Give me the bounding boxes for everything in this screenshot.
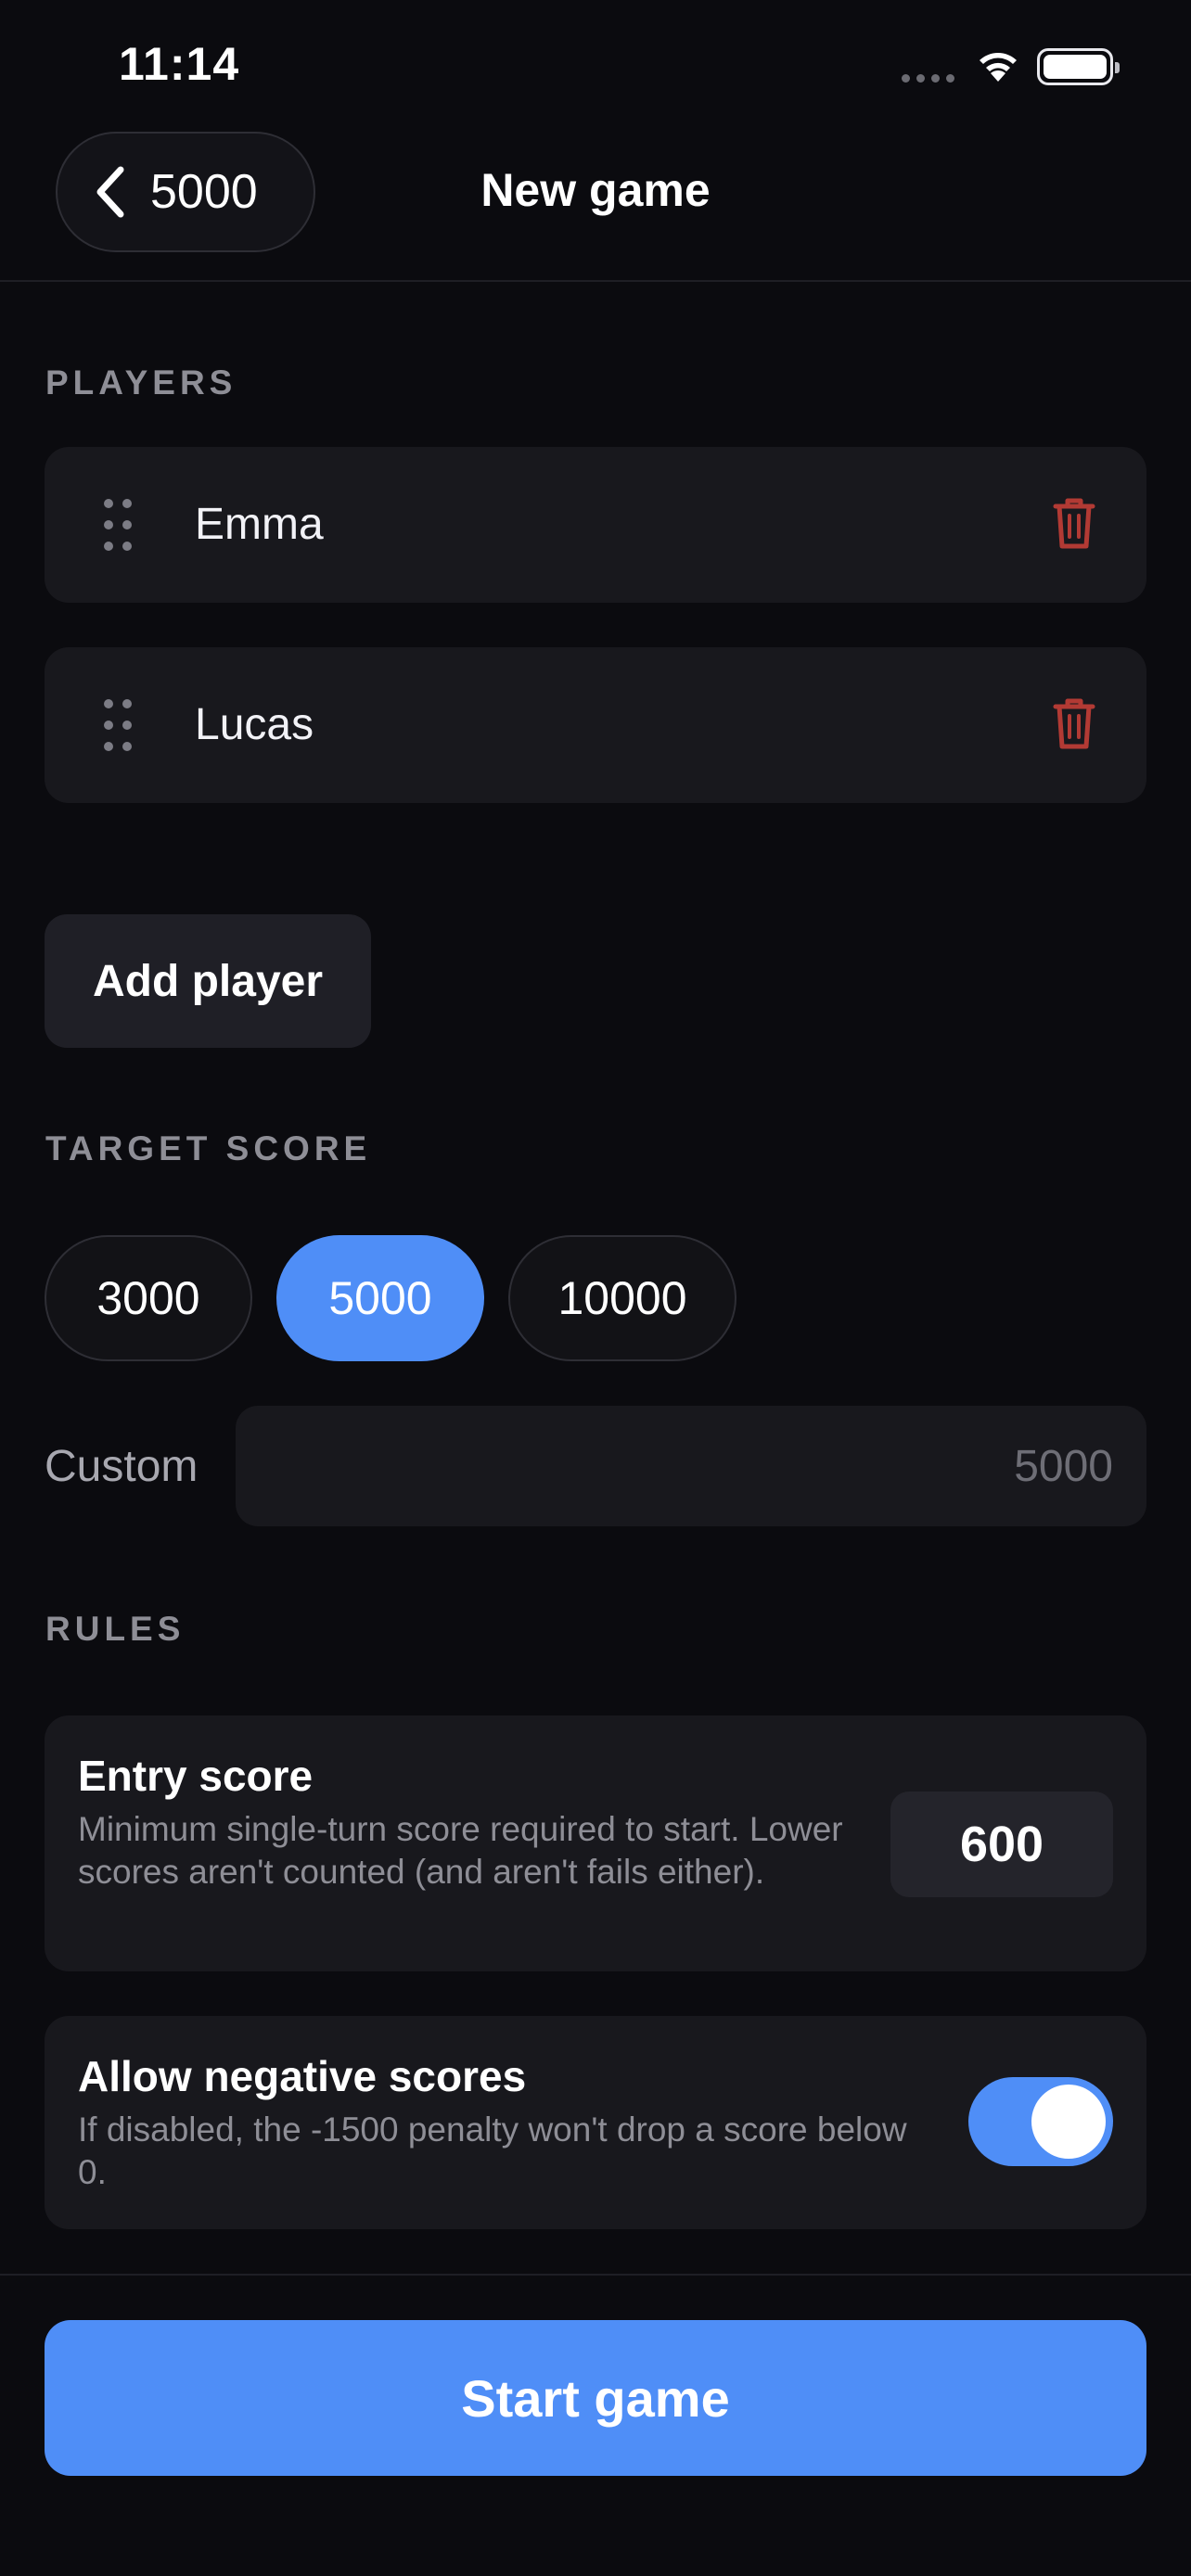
- trash-icon[interactable]: [1050, 495, 1098, 551]
- player-name[interactable]: Emma: [195, 499, 324, 550]
- negative-scores-toggle[interactable]: [968, 2077, 1113, 2166]
- entry-score-title: Entry score: [78, 1752, 314, 1800]
- toggle-knob: [1031, 2085, 1106, 2159]
- negative-scores-card: Allow negative scores If disabled, the -…: [45, 2016, 1146, 2229]
- target-score-section-header: TARGET SCORE: [45, 1129, 372, 1167]
- cellular-signal-icon: [902, 74, 954, 83]
- divider: [0, 2274, 1191, 2276]
- rules-section-header: RULES: [45, 1610, 186, 1648]
- wifi-icon: [980, 53, 1017, 82]
- entry-score-description: Minimum single-turn score required to st…: [78, 1810, 843, 1891]
- target-option-5000[interactable]: 5000: [276, 1235, 484, 1361]
- custom-target-input[interactable]: 5000: [236, 1406, 1146, 1526]
- custom-target-label: Custom: [45, 1442, 198, 1491]
- add-player-button[interactable]: Add player: [45, 914, 371, 1048]
- target-option-3000[interactable]: 3000: [45, 1235, 252, 1361]
- status-time: 11:14: [119, 38, 240, 90]
- drag-handle-icon[interactable]: [104, 699, 132, 751]
- trash-icon[interactable]: [1050, 695, 1098, 751]
- negative-scores-title: Allow negative scores: [78, 2052, 527, 2100]
- players-section-header: PLAYERS: [45, 363, 237, 402]
- navigation-bar: 5000 New game: [0, 130, 1191, 282]
- battery-icon: [1037, 48, 1120, 85]
- entry-score-value[interactable]: 600: [890, 1792, 1113, 1897]
- entry-score-card: Entry score Minimum single-turn score re…: [45, 1715, 1146, 1971]
- player-name[interactable]: Lucas: [195, 699, 314, 750]
- start-game-button[interactable]: Start game: [45, 2320, 1146, 2476]
- drag-handle-icon[interactable]: [104, 499, 132, 551]
- player-row: Emma: [45, 447, 1146, 603]
- status-bar: 11:14: [0, 0, 1191, 130]
- negative-scores-description: If disabled, the -1500 penalty won't dro…: [78, 2111, 907, 2191]
- target-option-10000[interactable]: 10000: [508, 1235, 736, 1361]
- player-row: Lucas: [45, 647, 1146, 803]
- page-title: New game: [480, 164, 711, 216]
